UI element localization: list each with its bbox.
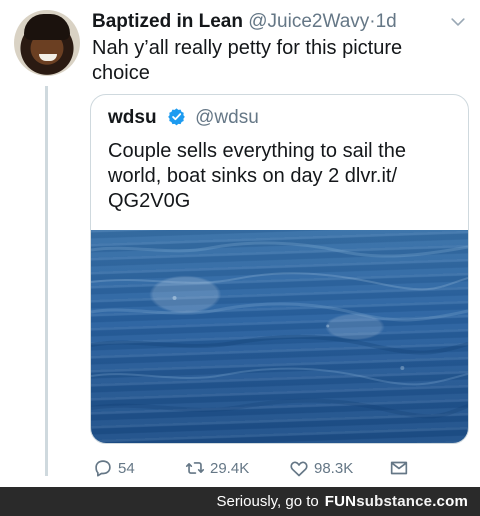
- share-icon: [390, 461, 408, 475]
- heart-icon: [290, 461, 308, 477]
- watermark-text: Seriously, go to: [216, 493, 319, 510]
- avatar[interactable]: [14, 10, 80, 76]
- share-button[interactable]: [388, 456, 414, 480]
- timestamp[interactable]: 1d: [376, 11, 397, 32]
- chevron-down-svg: [451, 18, 465, 26]
- reply-button[interactable]: 54: [92, 456, 135, 480]
- quoted-tweet-card[interactable]: wdsu @wdsu Couple sells everything to sa…: [90, 94, 469, 444]
- user-handle[interactable]: @Juice2Wavy: [248, 11, 369, 32]
- ocean-waves: [91, 241, 468, 419]
- thread-line: [45, 86, 48, 476]
- watermark-brand: FUNsubstance.com: [324, 493, 468, 510]
- like-count: 98.3K: [314, 459, 354, 477]
- tweet-text: Nah y’all really petty for this picture …: [92, 37, 403, 84]
- retweet-icon: [185, 462, 205, 474]
- quoted-tweet-header: wdsu @wdsu: [108, 107, 259, 129]
- quoted-tweet-text: Couple sells everything to sail the worl…: [108, 140, 406, 212]
- site-watermark-footer: Seriously, go to FUNsubstance.com: [0, 487, 480, 516]
- tweet-actions: 54 29.4K 98.3K: [92, 456, 422, 480]
- retweet-count: 29.4K: [210, 459, 250, 477]
- quoted-display-name[interactable]: wdsu: [108, 107, 157, 128]
- reply-icon: [95, 460, 111, 477]
- quoted-handle[interactable]: @wdsu: [195, 107, 259, 128]
- reply-count: 54: [118, 459, 135, 477]
- ocean-photo[interactable]: [91, 230, 468, 443]
- verified-badge-icon: [167, 107, 186, 126]
- tweet-header: Baptized in Lean @Juice2Wavy·1d: [92, 11, 444, 33]
- avatar-hair: [24, 14, 70, 40]
- display-name[interactable]: Baptized in Lean: [92, 11, 243, 32]
- retweet-button[interactable]: 29.4K: [184, 456, 249, 480]
- avatar-smile: [39, 54, 57, 61]
- like-button[interactable]: 98.3K: [288, 456, 353, 480]
- chevron-down-icon[interactable]: [448, 12, 468, 32]
